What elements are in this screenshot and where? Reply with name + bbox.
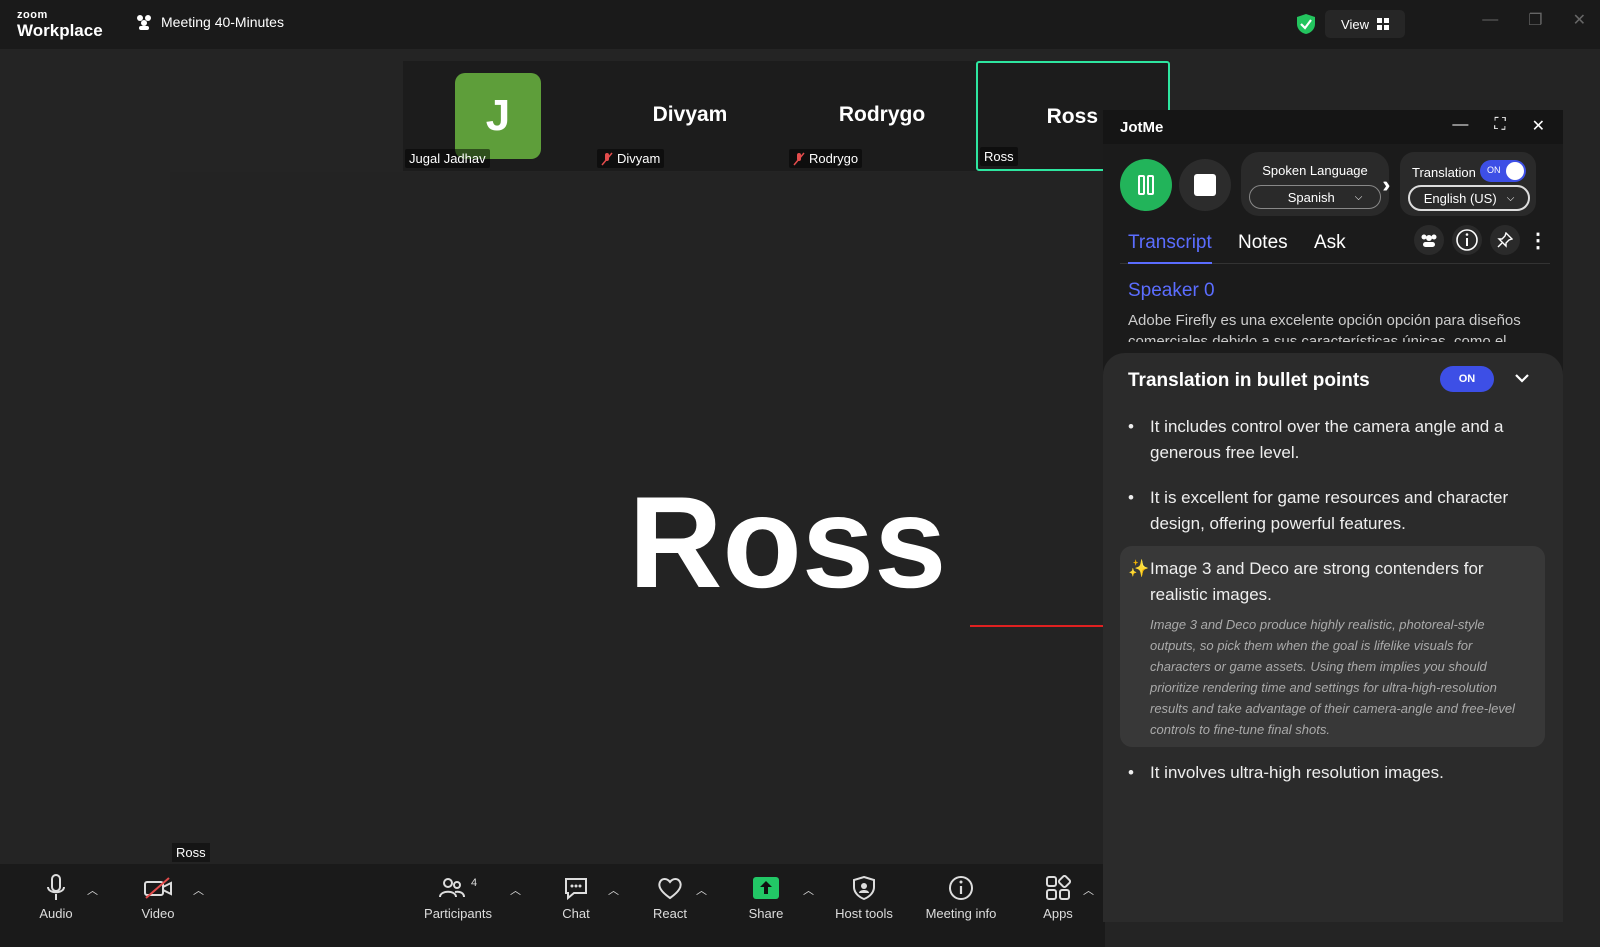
pause-icon [1138, 175, 1154, 195]
video-button[interactable]: Video [133, 872, 183, 921]
more-options-icon[interactable]: ⋮ [1528, 228, 1548, 253]
tab-transcript[interactable]: Transcript [1128, 232, 1212, 264]
stop-icon [1194, 174, 1216, 196]
speakers-button[interactable] [1414, 225, 1444, 255]
video-off-icon [144, 877, 172, 899]
participant-name: Divyam [652, 103, 728, 126]
microphone-icon [47, 874, 65, 900]
bullets-title: Translation in bullet points [1128, 370, 1370, 391]
info-button[interactable] [1452, 225, 1482, 255]
react-options-caret[interactable]: ︿ [696, 882, 707, 898]
sparkle-icon: ✨ [1128, 559, 1150, 578]
minimize-icon[interactable]: — [1452, 116, 1468, 136]
info-icon [949, 876, 973, 900]
spoken-language-box: Spoken Language Spanish ⌵ [1241, 152, 1389, 216]
people-icon [438, 878, 465, 898]
share-options-caret[interactable]: ︿ [803, 882, 814, 898]
chevron-down-icon: ⌵ [1354, 191, 1363, 203]
pin-button[interactable] [1490, 225, 1520, 255]
title-bar: zoom Workplace Meeting 40-Minutes View —… [0, 0, 1600, 49]
avatar: J [455, 73, 541, 159]
transcript-text: Adobe Firefly es una excelente opción op… [1128, 312, 1521, 342]
meeting-info-button[interactable]: Meeting info [920, 872, 1002, 921]
participant-label: Divyam [597, 149, 665, 168]
participant-label: Jugal Jadhav [405, 149, 490, 168]
stop-button[interactable] [1179, 159, 1231, 211]
bullet-item: It includes control over the camera angl… [1128, 414, 1548, 466]
close-icon[interactable]: ✕ [1573, 10, 1586, 30]
share-screen-icon [753, 877, 779, 899]
audio-options-caret[interactable]: ︿ [87, 882, 98, 898]
jotme-header: JotMe — ⛶ ✕ [1103, 110, 1563, 144]
mic-muted-icon [601, 152, 613, 165]
participants-options-caret[interactable]: ︿ [510, 882, 521, 898]
mic-muted-icon [793, 152, 805, 165]
bullet-item: It involves ultra-high resolution images… [1128, 760, 1548, 786]
participant-label: Rodrygo [789, 149, 863, 168]
bullets-toggle[interactable]: ON [1440, 366, 1494, 392]
jotme-title: JotMe [1120, 119, 1164, 136]
expand-icon[interactable]: ⛶ [1494, 116, 1505, 136]
zoom-logo: zoom Workplace [17, 9, 103, 40]
apps-button[interactable]: Apps [1039, 872, 1077, 921]
host-tools-button[interactable]: Host tools [832, 872, 896, 921]
bullet-item: It is excellent for game resources and c… [1128, 485, 1548, 537]
highlighted-bullet-text: ✨ Image 3 and Deco are strong contenders… [1128, 556, 1528, 608]
recording-controls: Spoken Language Spanish ⌵ ›› Translation… [1103, 150, 1563, 222]
translation-toggle[interactable]: ON [1480, 160, 1526, 182]
participant-tile[interactable]: J Jugal Jadhav [403, 61, 593, 171]
translation-box: Translation ON English (US) ⌵ [1400, 152, 1536, 216]
highlighted-bullet-detail: Image 3 and Deco produce highly realisti… [1150, 617, 1515, 737]
chat-options-caret[interactable]: ︿ [608, 882, 619, 898]
jotme-tabs: Transcript Notes Ask ⋮ [1120, 225, 1550, 264]
share-button[interactable]: Share [746, 872, 786, 921]
speaker-label: Speaker 0 [1128, 280, 1215, 301]
participant-name: Rodrygo [838, 103, 926, 126]
chat-icon [565, 878, 587, 900]
participant-tile[interactable]: Divyam Divyam [595, 61, 785, 171]
view-button[interactable]: View [1325, 10, 1405, 38]
participant-label: Ross [980, 147, 1018, 166]
translation-language-select[interactable]: English (US) ⌵ [1408, 185, 1530, 211]
highlighted-bullet[interactable]: ✨ Image 3 and Deco are strong contenders… [1120, 546, 1545, 747]
spoken-language-select[interactable]: Spanish ⌵ [1249, 185, 1381, 209]
people-icon [1421, 234, 1437, 247]
participants-icon [137, 15, 151, 30]
close-icon[interactable]: ✕ [1532, 116, 1545, 136]
translation-bullets-card: Translation in bullet points ON It inclu… [1103, 353, 1563, 922]
heart-icon [658, 878, 682, 900]
main-speaker-label: Ross [172, 843, 210, 862]
pin-icon [1497, 232, 1513, 248]
minimize-icon[interactable]: — [1482, 11, 1498, 29]
apps-icon [1046, 875, 1071, 900]
meeting-toolbar: Audio ︿ Video ︿ 4 Participants ︿ Chat ︿ … [0, 864, 1105, 947]
video-options-caret[interactable]: ︿ [193, 882, 204, 898]
grid-icon [1376, 18, 1389, 30]
chevron-down-icon[interactable] [1513, 365, 1531, 391]
info-icon [1456, 229, 1478, 251]
chat-button[interactable]: Chat [556, 872, 596, 921]
react-button[interactable]: React [648, 872, 692, 921]
tab-ask[interactable]: Ask [1314, 232, 1346, 254]
participant-gallery: J Jugal Jadhav Divyam Divyam Rodrygo Rod… [403, 61, 1170, 171]
tab-notes[interactable]: Notes [1238, 232, 1288, 254]
restore-icon[interactable]: ❐ [1528, 10, 1542, 30]
chevron-down-icon: ⌵ [1506, 192, 1515, 204]
audio-button[interactable]: Audio [33, 872, 79, 921]
participant-tile[interactable]: Rodrygo Rodrygo [787, 61, 977, 171]
jotme-panel: JotMe — ⛶ ✕ Spoken Language Spanish ⌵ ››… [1103, 110, 1563, 922]
apps-options-caret[interactable]: ︿ [1083, 882, 1094, 898]
pause-button[interactable] [1120, 159, 1172, 211]
main-video[interactable]: Ross Ross [170, 172, 1105, 864]
meeting-title[interactable]: Meeting 40-Minutes [135, 14, 284, 30]
shield-check-icon[interactable] [1296, 13, 1316, 35]
participants-button[interactable]: 4 Participants [418, 872, 498, 921]
main-speaker-name: Ross [628, 469, 947, 615]
shield-icon [853, 876, 875, 900]
